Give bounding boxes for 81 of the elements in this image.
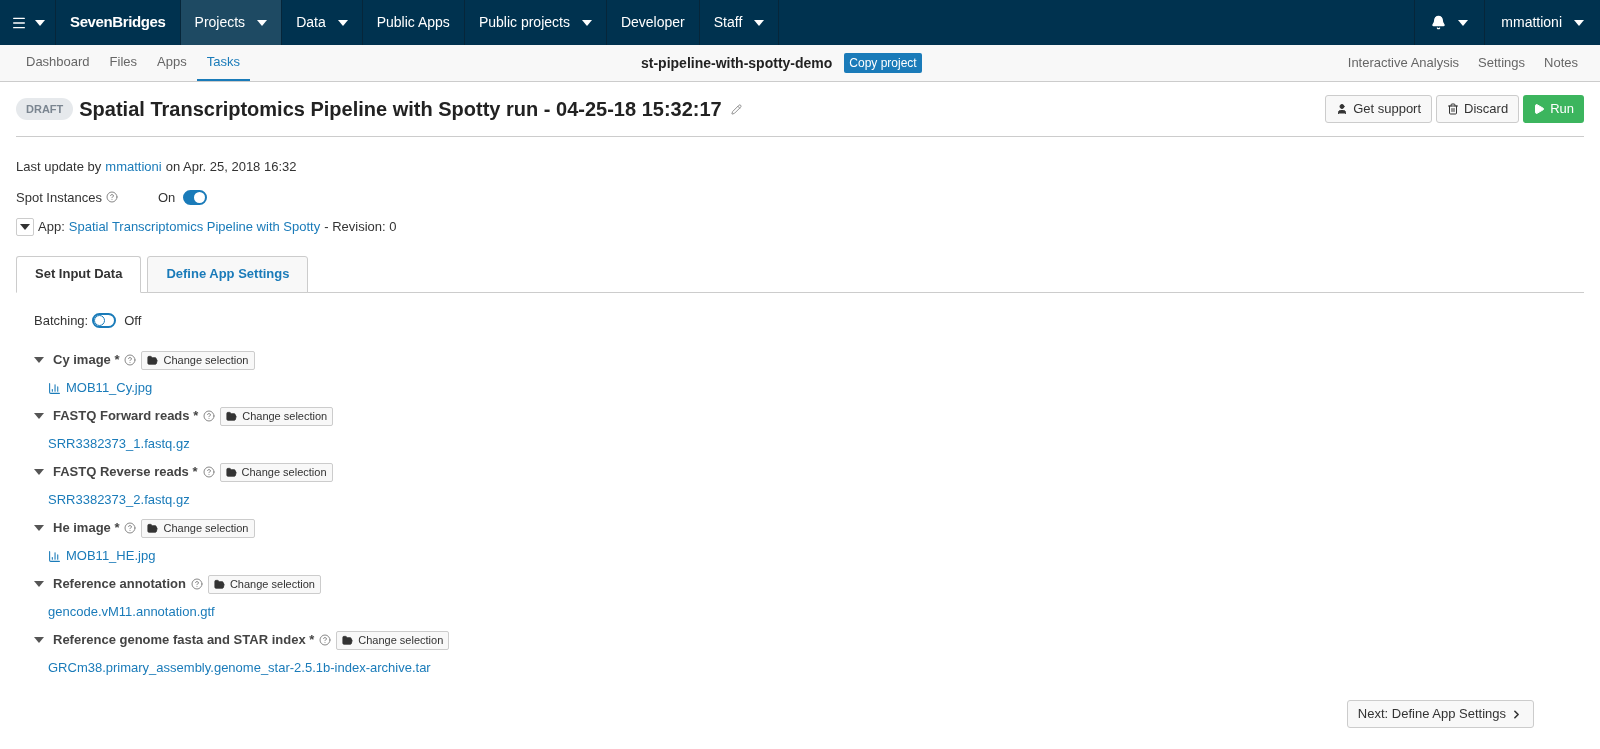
project-link[interactable]: Notes xyxy=(1544,53,1578,73)
input-label: He image * xyxy=(53,519,120,538)
help-icon xyxy=(319,634,332,646)
caret-icon xyxy=(337,19,348,26)
revision-text: - Revision: 0 xyxy=(324,218,397,236)
get-support-button[interactable]: Get support xyxy=(1325,95,1433,123)
folder-icon xyxy=(147,522,159,534)
folder-icon xyxy=(226,410,238,422)
expand-button[interactable] xyxy=(16,217,34,236)
copy-project-button[interactable]: Copy project xyxy=(844,53,922,73)
user-link[interactable]: mmattioni xyxy=(105,157,162,177)
project-tab[interactable]: Dashboard xyxy=(16,45,100,81)
nav-item[interactable]: Projects xyxy=(180,0,283,45)
caret-icon xyxy=(34,357,44,363)
change-selection-button[interactable]: Change selection xyxy=(207,574,321,594)
spot-state: On xyxy=(158,188,177,207)
spot-instances-label: Spot Instances xyxy=(16,187,128,207)
project-tab[interactable]: Tasks xyxy=(196,45,250,81)
status-badge: DRAFT xyxy=(16,97,74,121)
caret-icon xyxy=(34,19,45,26)
project-name: st-pipeline-with-spotty-demo xyxy=(641,53,833,73)
project-tab[interactable]: Apps xyxy=(147,45,197,81)
input-label: Cy image * xyxy=(53,351,120,370)
project-link[interactable]: Settings xyxy=(1478,53,1526,73)
folder-icon xyxy=(342,634,354,646)
file-link[interactable]: MOB11_Cy.jpg xyxy=(66,378,153,398)
last-update-text: Last update by xyxy=(16,158,102,176)
folder-icon xyxy=(147,354,159,366)
file-link[interactable]: SRR3382373_2.fastq.gz xyxy=(48,490,190,510)
file-link[interactable]: GRCm38.primary_assembly.genome_star-2.5.1b-index-archive.tar xyxy=(48,658,431,678)
caret-icon xyxy=(34,637,44,643)
caret-icon xyxy=(1574,19,1584,26)
project-link[interactable]: Interactive Analysis xyxy=(1347,53,1460,73)
trash-icon xyxy=(1447,103,1460,115)
folder-icon xyxy=(213,578,225,590)
change-selection-button[interactable]: Change selection xyxy=(219,462,333,482)
help-icon xyxy=(203,410,216,422)
file-link[interactable]: MOB11_HE.jpg xyxy=(66,546,156,566)
caret-icon xyxy=(257,19,268,26)
bell-icon xyxy=(1431,15,1447,30)
caret-icon xyxy=(34,581,44,587)
change-selection-button[interactable]: Change selection xyxy=(141,518,255,538)
folder-icon xyxy=(225,466,237,478)
chart-icon xyxy=(48,549,61,563)
input-label: Reference annotation xyxy=(53,575,186,594)
change-selection-button[interactable]: Change selection xyxy=(220,406,334,426)
toggle-switch[interactable] xyxy=(92,312,117,328)
app-link[interactable]: Spatial Transcriptomics Pipeline with Spotty xyxy=(68,217,321,237)
input-label: Reference genome fasta and STAR index * xyxy=(53,631,315,650)
toggle-switch[interactable] xyxy=(183,189,207,205)
project-tab[interactable]: Files xyxy=(99,45,148,81)
chart-icon xyxy=(48,381,61,395)
caret-icon xyxy=(20,223,30,230)
batching-state: Off xyxy=(124,311,142,330)
last-update-date: on Apr. 25, 2018 16:32 xyxy=(165,158,297,176)
caret-icon xyxy=(34,469,44,475)
section-tab[interactable]: Define App Settings xyxy=(147,255,309,293)
help-icon xyxy=(190,578,203,590)
play-icon xyxy=(1533,103,1546,115)
help-icon xyxy=(124,354,137,366)
input-label: FASTQ Forward reads * xyxy=(53,407,199,426)
help-icon xyxy=(106,191,118,204)
section-tab[interactable]: Set Input Data xyxy=(16,255,142,293)
discard-button[interactable]: Discard xyxy=(1436,95,1520,123)
caret-icon xyxy=(34,413,44,419)
batching-label: Batching: xyxy=(34,311,89,330)
next-button[interactable]: Next: Define App Settings xyxy=(1346,700,1534,728)
task-title: Spatial Transcriptomics Pipeline with Spotty run - 04-25-18 15:32:17 xyxy=(79,97,722,122)
user-icon xyxy=(1336,103,1349,115)
change-selection-button[interactable]: Change selection xyxy=(336,630,450,650)
caret-icon xyxy=(581,19,592,26)
caret-icon xyxy=(754,19,765,26)
caret-icon xyxy=(34,525,44,531)
app-label: App: xyxy=(38,218,65,236)
help-icon xyxy=(202,466,215,478)
file-link[interactable]: SRR3382373_1.fastq.gz xyxy=(48,434,190,454)
caret-icon xyxy=(1458,19,1469,26)
help-icon xyxy=(124,522,137,534)
change-selection-button[interactable]: Change selection xyxy=(141,350,255,370)
input-label: FASTQ Reverse reads * xyxy=(53,463,198,482)
file-link[interactable]: gencode.vM11.annotation.gtf xyxy=(48,602,215,622)
